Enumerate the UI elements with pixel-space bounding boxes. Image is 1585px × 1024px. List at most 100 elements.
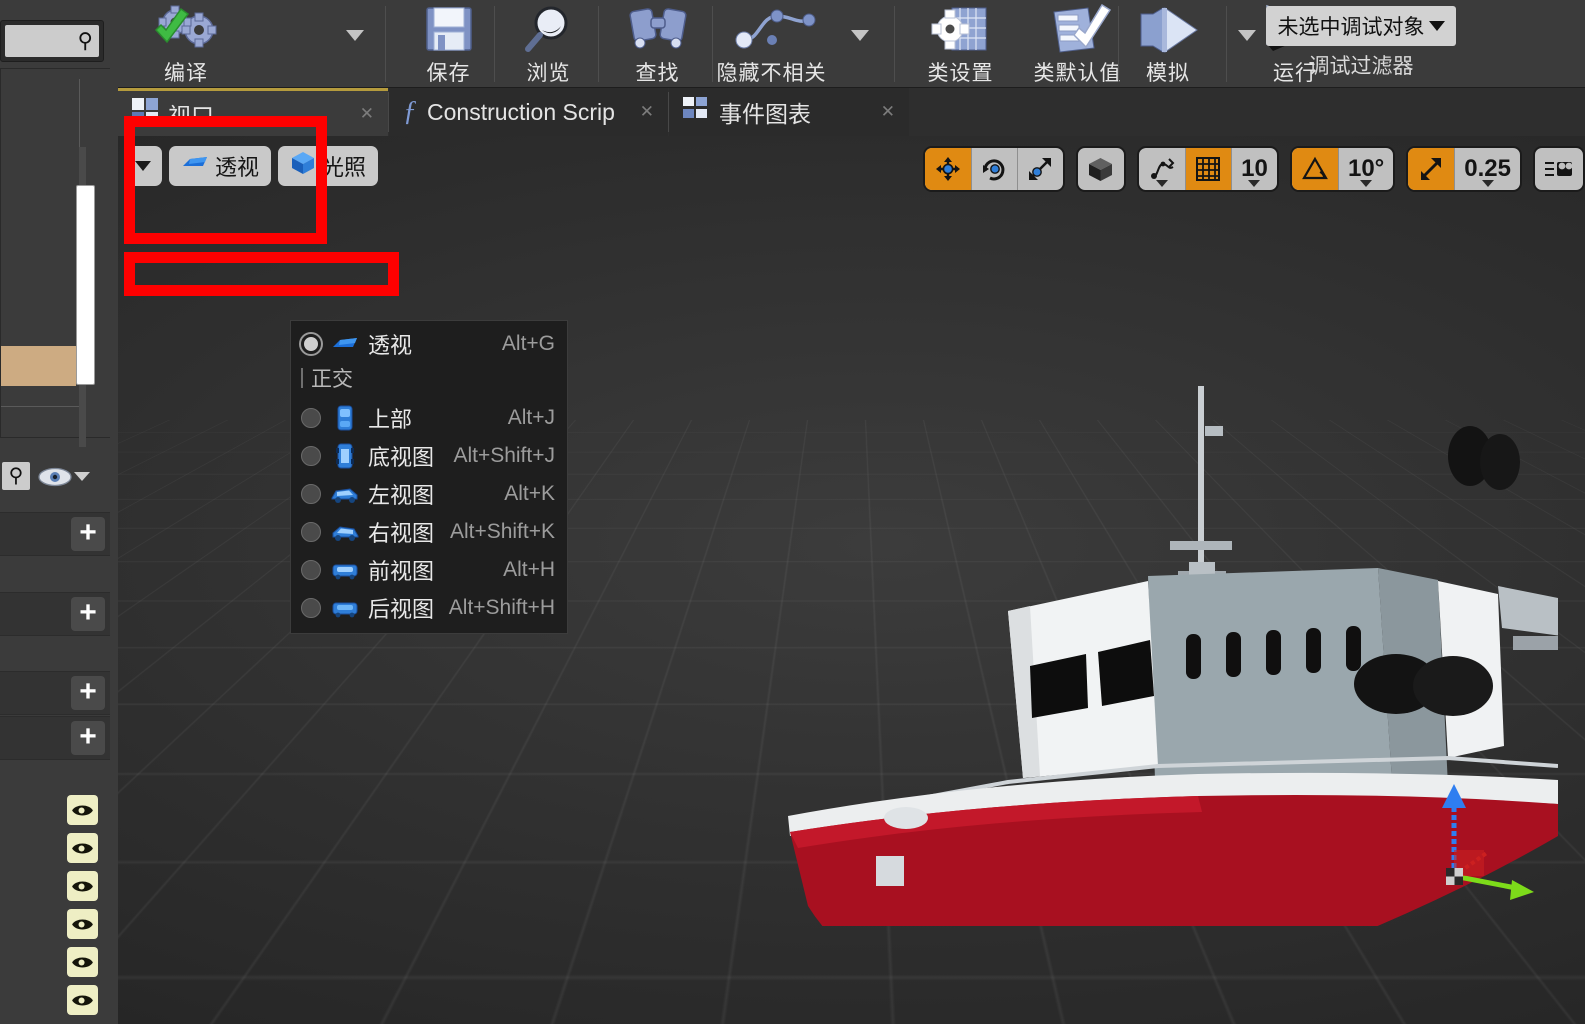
visibility-eye-icon[interactable]	[38, 466, 72, 488]
view-mode-label: 透视	[215, 155, 260, 180]
radio-icon	[301, 446, 321, 466]
add-row-1[interactable]: +	[0, 512, 110, 556]
toolbar-separator	[385, 6, 386, 82]
scrollbar-thumb[interactable]	[76, 185, 95, 385]
components-search-input[interactable]: ⚲	[5, 25, 99, 57]
menu-item-right-view[interactable]: 右视图 Alt+Shift+K	[291, 513, 567, 551]
add-icon[interactable]: +	[71, 676, 105, 710]
translate-mode-button[interactable]	[924, 148, 971, 190]
editor-tab-bar: 视口 ✕ ƒ Construction Scrip ✕ 事件图表 ✕	[118, 88, 1585, 136]
tab-event-graph[interactable]: 事件图表 ✕	[669, 88, 909, 136]
panel-divider-2	[1, 406, 81, 407]
viewport-lighting-button[interactable]: 光照	[278, 146, 379, 186]
toolbar-label: 编译	[164, 62, 208, 85]
visibility-toggle[interactable]	[67, 833, 98, 863]
add-row-3[interactable]: +	[0, 671, 110, 715]
find-binoculars-icon	[623, 4, 693, 56]
menu-item-back-view[interactable]: 后视图 Alt+Shift+H	[291, 589, 567, 627]
surface-snap-button[interactable]	[1139, 148, 1185, 190]
visibility-toggle[interactable]	[67, 909, 98, 939]
debug-object-dropdown[interactable]: 未选中调试对象	[1266, 6, 1456, 46]
components-search-box[interactable]: ⚲	[0, 20, 104, 62]
rotation-snap-value[interactable]: 10°	[1337, 148, 1393, 190]
selected-component-row[interactable]	[1, 346, 76, 386]
scale-snap-value-text: 0.25	[1464, 155, 1511, 182]
close-icon[interactable]: ✕	[640, 102, 654, 122]
transform-gizmo[interactable]	[1406, 776, 1536, 906]
view-mode-dropdown-menu[interactable]: 透视 Alt+G 正交 上部 Alt+J 底视图 Alt+Shift+J 左视图…	[290, 320, 568, 634]
lit-cube-icon	[290, 150, 316, 182]
menu-item-shortcut: Alt+G	[501, 332, 555, 355]
menu-item-bottom-view[interactable]: 底视图 Alt+Shift+J	[291, 437, 567, 475]
camera-speed-segment	[1533, 146, 1585, 192]
boat-mast	[1170, 386, 1232, 604]
toolbar-label: 类默认值	[1033, 62, 1122, 85]
toolbar-button-browse[interactable]: 浏览	[506, 0, 591, 88]
grid-snap-button[interactable]	[1184, 148, 1231, 190]
add-icon[interactable]: +	[71, 517, 105, 551]
back-view-icon	[330, 595, 360, 621]
boat-deck-box	[876, 856, 904, 886]
scale-snap-value[interactable]: 0.25	[1454, 148, 1520, 190]
menu-item-shortcut: Alt+J	[507, 406, 555, 429]
radio-icon	[301, 408, 321, 428]
lighting-label: 光照	[322, 155, 367, 180]
toolbar-button-class-settings[interactable]: 类设置	[908, 0, 1013, 88]
browse-magnifier-icon	[520, 4, 578, 56]
chevron-down-icon[interactable]	[74, 472, 90, 481]
viewport-3d[interactable]: 透视 光照 10 10° 0.25 透视 Alt+G 正交 上部 Alt+J 底…	[118, 136, 1585, 1024]
toolbar-label: 类设置	[927, 62, 994, 85]
menu-item-left-view[interactable]: 左视图 Alt+K	[291, 475, 567, 513]
menu-item-shortcut: Alt+H	[503, 558, 555, 581]
rotation-snap-value-text: 10°	[1347, 155, 1385, 182]
left-rail-panel: ⚲ ⚲ + + + +	[0, 0, 118, 1024]
menu-item-label: 上部	[368, 407, 413, 432]
visibility-toggle[interactable]	[67, 947, 98, 977]
radio-selected-icon	[301, 334, 321, 354]
toolbar-label: 浏览	[526, 62, 571, 85]
hide-unrelated-graph-icon	[717, 4, 827, 56]
toolbar-button-hide-unrelated[interactable]: 隐藏不相关	[684, 0, 859, 88]
add-icon[interactable]: +	[71, 721, 105, 755]
perspective-camera-icon	[330, 331, 360, 357]
add-row-2[interactable]: +	[0, 592, 110, 636]
visibility-toggle[interactable]	[67, 985, 98, 1015]
section-bar	[301, 368, 303, 388]
function-f-icon: ƒ	[403, 96, 417, 127]
visibility-toggle[interactable]	[67, 871, 98, 901]
rotate-mode-button[interactable]	[970, 148, 1017, 190]
close-icon[interactable]: ✕	[881, 102, 895, 122]
grid-snap-value[interactable]: 10	[1230, 148, 1277, 190]
menu-item-front-view[interactable]: 前视图 Alt+H	[291, 551, 567, 589]
menu-item-top-view[interactable]: 上部 Alt+J	[291, 399, 567, 437]
menu-item-label: 透视	[368, 333, 413, 358]
rotation-snap-segment: 10°	[1289, 146, 1396, 192]
compile-chevron-down-icon[interactable]	[346, 30, 364, 41]
toolbar-button-compile[interactable]: 编译	[132, 0, 240, 88]
tab-construction-script[interactable]: ƒ Construction Scrip ✕	[389, 88, 668, 136]
add-row-4[interactable]: +	[0, 716, 110, 760]
scale-mode-button[interactable]	[1016, 148, 1063, 190]
toolbar-separator	[894, 6, 895, 82]
bottom-view-icon	[330, 443, 360, 469]
coordinate-system-button[interactable]	[1078, 148, 1124, 190]
viewport-view-mode-button[interactable]: 透视	[169, 146, 272, 186]
snap-segment: 10	[1136, 146, 1279, 192]
details-panel-toolbar: ⚲	[0, 452, 110, 504]
rotation-snap-button[interactable]	[1291, 148, 1338, 190]
add-icon[interactable]: +	[71, 597, 105, 631]
visibility-toggle[interactable]	[67, 795, 98, 825]
menu-item-perspective[interactable]: 透视 Alt+G	[291, 325, 567, 363]
save-floppy-icon	[421, 4, 477, 56]
details-search-icon[interactable]: ⚲	[2, 462, 30, 490]
scale-snap-button[interactable]	[1408, 148, 1455, 190]
close-icon[interactable]: ✕	[360, 104, 374, 124]
run-chevron-down-icon[interactable]	[1238, 30, 1256, 41]
class-defaults-checklist-icon	[1040, 4, 1116, 56]
toolbar-button-save[interactable]: 保存	[406, 0, 491, 88]
menu-item-label: 右视图	[368, 521, 435, 546]
camera-speed-button[interactable]	[1535, 148, 1583, 190]
hide-unrelated-chevron-down-icon[interactable]	[851, 30, 869, 41]
tab-viewport[interactable]: 视口 ✕	[118, 88, 388, 136]
viewport-options-chevron-down-icon[interactable]	[124, 146, 162, 186]
